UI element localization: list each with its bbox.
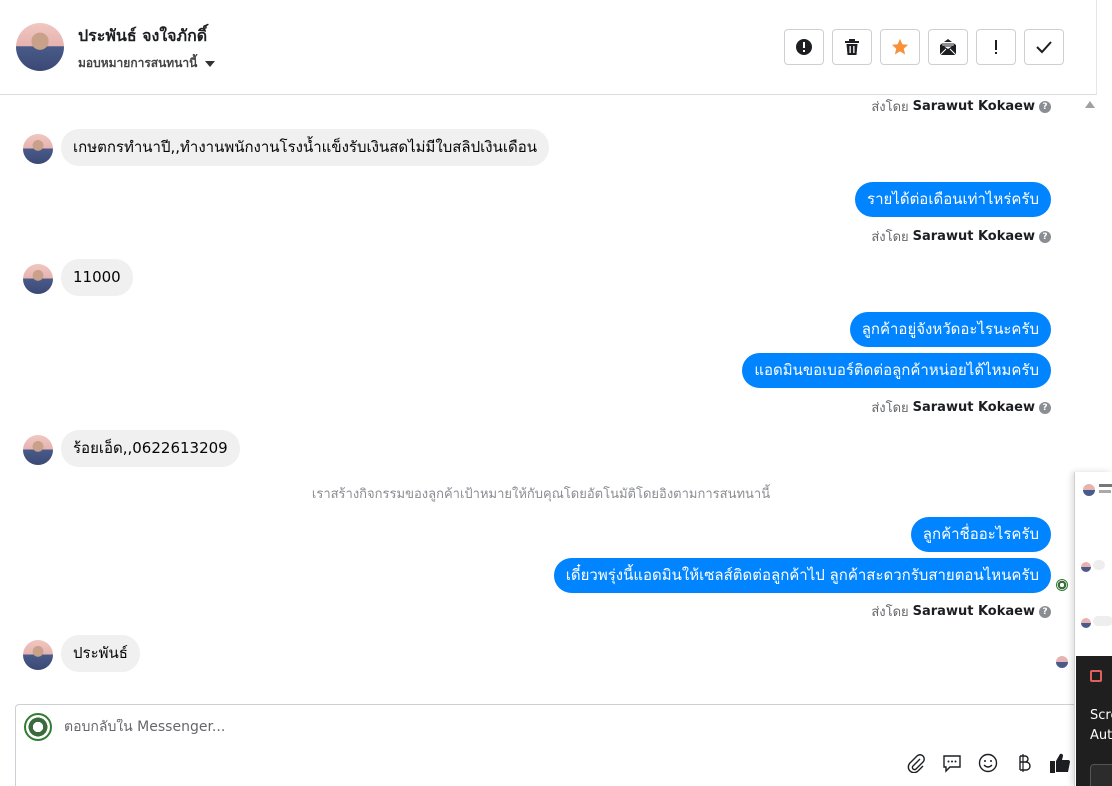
incoming-message[interactable]: 11000: [61, 259, 133, 296]
reply-input[interactable]: [64, 719, 864, 735]
done-button[interactable]: [1024, 29, 1064, 65]
incoming-message[interactable]: ร้อยเอ็ด,,0622613209: [61, 430, 240, 467]
star-button[interactable]: [880, 29, 920, 65]
contact-avatar-small: [23, 435, 53, 465]
like-button[interactable]: [1048, 751, 1072, 775]
follow-up-button[interactable]: [976, 29, 1016, 65]
help-icon[interactable]: ?: [1039, 401, 1051, 414]
preview-bubble: [1093, 616, 1112, 626]
spam-button[interactable]: [784, 29, 824, 65]
outgoing-message[interactable]: ลูกค้าอยู่จังหวัดอะไรนะครับ: [849, 312, 1051, 347]
star-icon: [891, 38, 909, 55]
outgoing-message[interactable]: ลูกค้าชื่ออะไรครับ: [910, 517, 1051, 552]
incoming-message[interactable]: เกษตกรทำนาปี,,ทำงานพนักงานโรงน้ำแข็งรับเ…: [61, 129, 549, 166]
scroll-up-arrow-icon[interactable]: [1085, 101, 1095, 108]
alert-circle-icon: [796, 39, 812, 55]
message-thread[interactable]: ส่งโดย Sarawut Kokaew ? เกษตกรทำนาปี,,ทำ…: [0, 96, 1082, 700]
saved-reply-button[interactable]: [940, 751, 964, 775]
thumbs-up-icon: [1050, 753, 1070, 773]
assign-label: มอบหมายการสนทนานี้: [78, 56, 198, 70]
assign-conversation-dropdown[interactable]: มอบหมายการสนทนานี้: [78, 54, 216, 73]
payment-button[interactable]: [1012, 751, 1036, 775]
notification-button[interactable]: [1090, 764, 1112, 786]
composer-tools: [904, 751, 1072, 775]
agent-name: Sarawut Kokaew: [912, 400, 1035, 415]
trash-icon: [845, 39, 859, 55]
emoji-icon: [978, 753, 998, 773]
snip-icon: [1090, 670, 1102, 682]
contact-avatar-small: [23, 264, 53, 294]
seen-indicator-icon: [1056, 579, 1068, 591]
attach-button[interactable]: [904, 751, 928, 775]
delete-button[interactable]: [832, 29, 872, 65]
agent-name: Sarawut Kokaew: [912, 229, 1035, 244]
mark-unread-button[interactable]: [928, 29, 968, 65]
exclamation-icon: [995, 40, 997, 54]
preview-bubble: [1093, 560, 1105, 570]
system-note: เราสร้างกิจกรรมของลูกค้าเป้าหมายให้กับคุ…: [311, 487, 771, 502]
notification-title: Scre: [1090, 708, 1112, 723]
conversation-header: ประพันธ์ จงใจภักดิ์ มอบหมายการสนทนานี้: [0, 0, 1097, 95]
outgoing-message[interactable]: เดี๋ยวพรุ่งนี้แอดมินให้เซลส์ติดต่อลูกค้า…: [553, 558, 1051, 593]
help-icon[interactable]: ?: [1039, 605, 1051, 618]
envelope-open-icon: [939, 39, 957, 56]
sent-by-label: ส่งโดย Sarawut Kokaew ?: [871, 601, 1051, 622]
screenshot-notification[interactable]: Scre Aut: [1076, 656, 1112, 786]
incoming-message[interactable]: ประพันธ์: [61, 635, 140, 672]
chevron-down-icon: [205, 60, 216, 67]
help-icon[interactable]: ?: [1039, 230, 1051, 243]
reply-composer: [15, 704, 1085, 786]
notification-subtitle: Aut: [1090, 728, 1112, 743]
page-logo-avatar: [24, 713, 52, 741]
sent-by-label: ส่งโดย Sarawut Kokaew ?: [871, 96, 1051, 117]
contact-avatar-small: [23, 640, 53, 670]
agent-name: Sarawut Kokaew: [912, 99, 1035, 114]
outgoing-message[interactable]: รายได้ต่อเดือนเท่าไหร่ครับ: [855, 182, 1051, 217]
read-receipt-avatar: [1056, 656, 1068, 668]
preview-avatar: [1081, 618, 1091, 628]
saved-reply-icon: [943, 755, 961, 773]
emoji-button[interactable]: [976, 751, 1000, 775]
conversation-actions: [784, 29, 1064, 65]
outgoing-message[interactable]: แอดมินขอเบอร์ติดต่อลูกค้าหน่อยได้ไหมครับ: [742, 353, 1051, 388]
contact-avatar-small: [23, 134, 53, 164]
help-icon[interactable]: ?: [1039, 100, 1051, 113]
agent-name: Sarawut Kokaew: [912, 604, 1035, 619]
preview-avatar: [1083, 484, 1095, 496]
check-icon: [1036, 41, 1052, 54]
baht-icon: [1019, 754, 1031, 772]
sent-by-label: ส่งโดย Sarawut Kokaew ?: [871, 226, 1051, 247]
preview-text-line: [1099, 484, 1112, 487]
preview-text-line: [1099, 490, 1111, 493]
sent-by-label: ส่งโดย Sarawut Kokaew ?: [871, 397, 1051, 418]
inbox-conversation: ประพันธ์ จงใจภักดิ์ มอบหมายการสนทนานี้ ส…: [0, 0, 1112, 786]
preview-avatar: [1081, 562, 1091, 572]
contact-name[interactable]: ประพันธ์ จงใจภักดิ์: [78, 24, 207, 49]
attach-icon: [907, 754, 925, 773]
contact-avatar[interactable]: [16, 23, 64, 71]
